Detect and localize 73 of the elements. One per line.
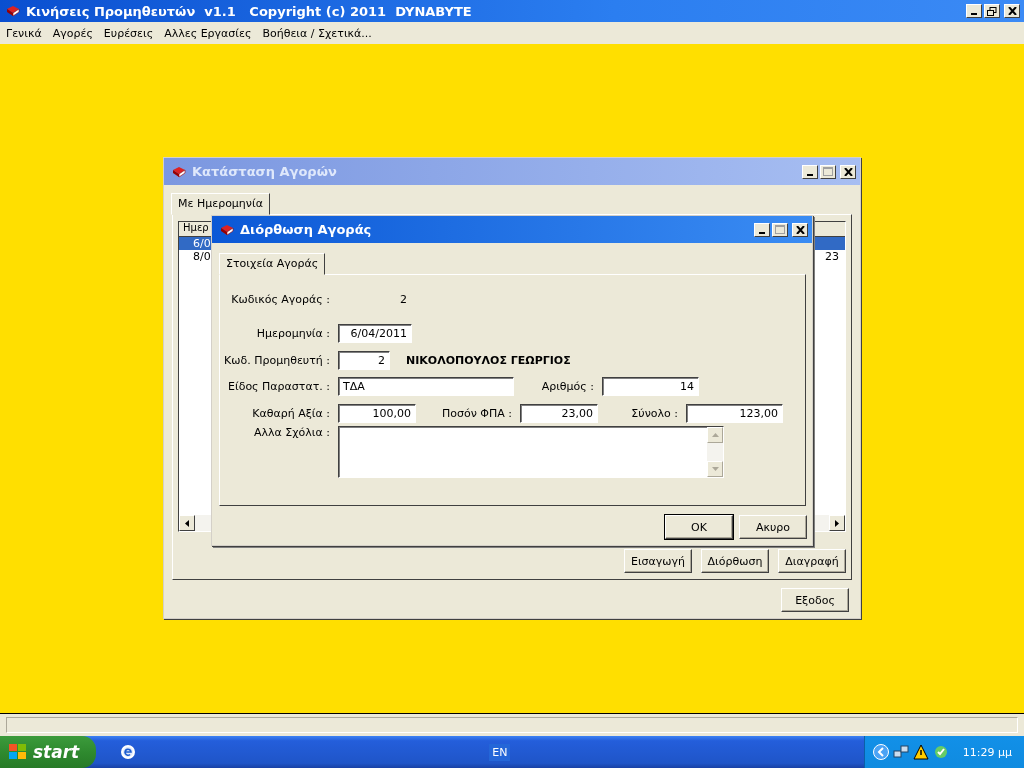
supplier-name: ΝΙΚΟΛΟΠΟΥΛΟΣ ΓΕΩΡΓΙΟΣ [406, 354, 571, 367]
warning-icon[interactable] [912, 744, 929, 760]
book-icon [220, 223, 234, 236]
close-button[interactable] [1004, 4, 1020, 18]
tab[interactable]: Με Ημερομηνία [171, 193, 270, 215]
field-label: Αριθμός : [540, 380, 594, 393]
action-button[interactable]: Διαγραφή [778, 549, 846, 573]
browser-icon[interactable] [120, 744, 136, 760]
cancel-button[interactable]: Ακυρο [739, 515, 807, 539]
chevron-icon[interactable] [872, 744, 889, 760]
minimize-button[interactable] [802, 164, 818, 179]
language-indicator[interactable]: EN [489, 743, 511, 761]
menu-item[interactable]: Αγορές [52, 26, 93, 40]
window-icon [987, 6, 997, 16]
down-arrow-icon [711, 467, 719, 471]
input-field[interactable]: 23,00 [520, 404, 598, 423]
tab[interactable]: Στοιχεία Αγοράς [219, 253, 326, 275]
minimize-icon [971, 13, 977, 15]
close-icon [795, 225, 805, 234]
input-field[interactable]: 100,00 [338, 404, 416, 423]
minimize-button[interactable] [754, 222, 770, 237]
close-button[interactable] [840, 164, 856, 179]
field-label: Ημερομηνία : [255, 327, 330, 340]
comments-field[interactable] [338, 426, 724, 478]
book-icon [6, 5, 20, 17]
close-icon [1007, 7, 1017, 15]
action-button[interactable]: Διόρθωση [701, 549, 769, 573]
window-icon [823, 167, 833, 176]
exit-button[interactable]: Εξοδος [781, 588, 849, 612]
field-label: Είδος Παραστατ. : [227, 380, 330, 393]
close-icon [843, 167, 853, 176]
list-cell: 23 [825, 250, 839, 263]
field-label: Σύνολο : [630, 407, 678, 420]
input-field[interactable]: 2 [338, 351, 390, 370]
close-button[interactable] [792, 222, 808, 237]
clock: 11:29 μμ [962, 745, 1012, 759]
date-field[interactable]: 6/04/2011 [338, 324, 412, 343]
window-title: Κατάσταση Αγορών [192, 164, 338, 179]
list-cell: 8/0 [193, 250, 211, 263]
menu-item[interactable]: Γενικά [6, 26, 42, 40]
book-icon [172, 165, 186, 178]
ok-button[interactable]: OK [665, 515, 733, 539]
minimize-icon [759, 231, 765, 234]
input-field[interactable]: ΤΔΑ [338, 377, 514, 396]
left-arrow-icon [185, 519, 189, 527]
network-icon[interactable] [892, 744, 909, 760]
field-label: Αλλα Σχόλια : [253, 426, 330, 439]
list-cell: 6/0 [193, 237, 211, 250]
action-button[interactable]: Εισαγωγή [624, 549, 692, 573]
maximize-button[interactable] [820, 164, 836, 179]
window-icon [775, 225, 785, 234]
start-button[interactable]: start [0, 736, 96, 768]
vertical-scrollbar[interactable] [707, 427, 723, 477]
window-title: Διόρθωση Αγοράς [240, 222, 373, 237]
windows-logo-icon [8, 743, 28, 761]
minimize-icon [807, 173, 813, 176]
field-label: Καθαρή Αξία : [251, 407, 330, 420]
purchase-code-value: 2 [400, 293, 407, 306]
input-field[interactable]: 123,00 [686, 404, 783, 423]
shield-icon[interactable] [932, 744, 949, 760]
field-label: Ποσόν ΦΠΑ : [441, 407, 512, 420]
menu-item[interactable]: Βοήθεια / Σχετικά... [262, 26, 372, 40]
maximize-button[interactable] [772, 222, 788, 237]
up-arrow-icon [711, 433, 719, 437]
restore-button[interactable] [984, 4, 1000, 18]
field-label: Κωδ. Προμηθευτή : [223, 354, 330, 367]
input-field[interactable]: 14 [602, 377, 699, 396]
right-arrow-icon [835, 519, 839, 527]
field-label: Κωδικός Αγοράς : [230, 293, 330, 306]
menu-item[interactable]: Αλλες Εργασίες [164, 26, 252, 40]
menu-item[interactable]: Ευρέσεις [103, 26, 154, 40]
minimize-button[interactable] [966, 4, 982, 18]
app-title: Κινήσεις Προμηθευτών v1.1 Copyright (c) 2011 DYNABYTE [26, 3, 473, 19]
